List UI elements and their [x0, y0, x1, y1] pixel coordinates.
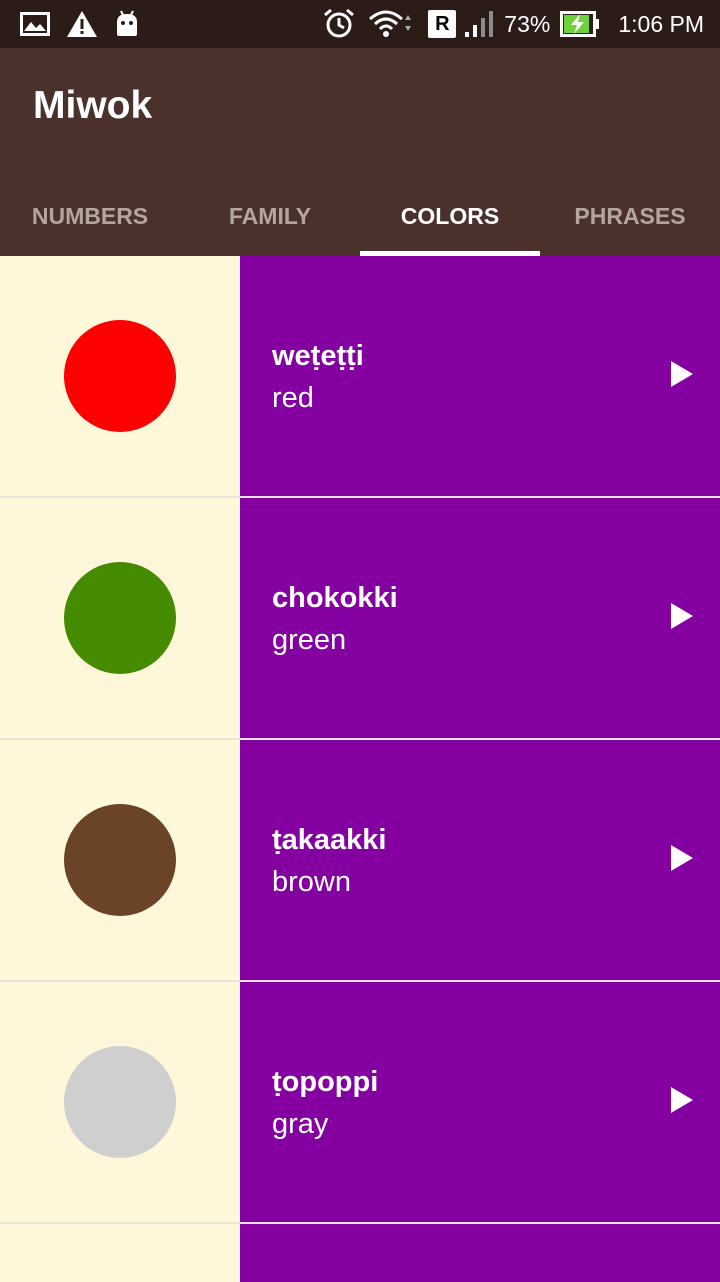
system-icons: R 73% 1:06 PM	[322, 8, 704, 40]
list-item[interactable]	[0, 1224, 720, 1282]
signal-icon	[464, 10, 494, 38]
android-icon	[114, 10, 140, 38]
list-item[interactable]: ṭakaakki brown	[0, 740, 720, 982]
play-icon[interactable]	[670, 360, 694, 393]
swatch-cell	[0, 1224, 240, 1282]
word-cell: weṭeṭṭi red	[240, 256, 720, 496]
app-bar: Miwok NUMBERS FAMILY COLORS PHRASES	[0, 48, 720, 256]
app-title: Miwok	[33, 84, 153, 127]
play-icon[interactable]	[670, 844, 694, 877]
play-icon[interactable]	[670, 1086, 694, 1119]
battery-percent: 73%	[504, 10, 551, 37]
swatch-cell	[0, 740, 240, 980]
swatch-cell	[0, 498, 240, 738]
color-swatch	[64, 562, 176, 674]
tab-phrases[interactable]: PHRASES	[540, 176, 720, 256]
play-icon[interactable]	[670, 602, 694, 635]
notification-icons	[20, 8, 140, 40]
miwok-word: chokokki	[272, 582, 398, 614]
tab-bar: NUMBERS FAMILY COLORS PHRASES	[0, 176, 720, 256]
status-bar: R 73% 1:06 PM	[0, 0, 720, 48]
battery-charging-icon	[560, 11, 600, 37]
roaming-badge: R	[428, 10, 457, 38]
english-word: red	[272, 382, 314, 414]
color-swatch	[64, 1046, 176, 1158]
color-list: weṭeṭṭi red chokokki green ṭakaakki brow…	[0, 256, 720, 1282]
image-icon	[20, 12, 50, 36]
word-cell: ṭakaakki brown	[240, 740, 720, 980]
miwok-word: ṭakaakki	[272, 824, 387, 856]
english-word: brown	[272, 866, 351, 898]
alarm-icon	[322, 8, 356, 40]
word-cell: ṭopoppi gray	[240, 982, 720, 1222]
color-swatch	[64, 804, 176, 916]
tab-family[interactable]: FAMILY	[180, 176, 360, 256]
color-swatch	[64, 320, 176, 432]
tab-colors[interactable]: COLORS	[360, 176, 540, 256]
english-word: green	[272, 624, 347, 656]
list-item[interactable]: chokokki green	[0, 498, 720, 740]
swatch-cell	[0, 982, 240, 1222]
swatch-cell	[0, 256, 240, 496]
tab-numbers[interactable]: NUMBERS	[0, 176, 180, 256]
wifi-icon	[368, 9, 414, 39]
english-word: gray	[272, 1108, 329, 1140]
miwok-word: ṭopoppi	[272, 1066, 379, 1098]
list-item[interactable]: weṭeṭṭi red	[0, 256, 720, 498]
word-cell	[240, 1224, 720, 1282]
clock: 1:06 PM	[618, 10, 704, 37]
word-cell: chokokki green	[240, 498, 720, 738]
miwok-word: weṭeṭṭi	[272, 340, 364, 372]
warning-icon	[66, 10, 98, 38]
list-item[interactable]: ṭopoppi gray	[0, 982, 720, 1224]
